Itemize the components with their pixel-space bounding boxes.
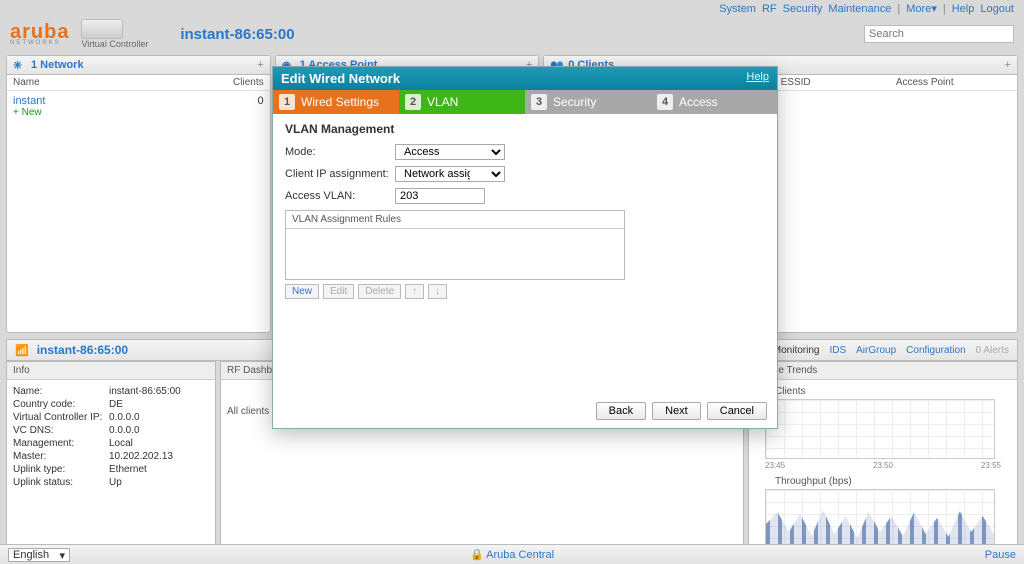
instance-name: instant-86:65:00 <box>180 26 294 43</box>
col-name: Name <box>13 77 233 88</box>
tick: 23:45 <box>765 461 785 470</box>
nav-maintenance[interactable]: Maintenance <box>828 3 891 15</box>
nav-rf[interactable]: RF <box>762 3 777 15</box>
nav-security[interactable]: Security <box>783 3 823 15</box>
footer: English▾ 🔒 Aruba Central Pause <box>0 544 1024 564</box>
col-ap: Access Point <box>896 77 1011 88</box>
throughput-chart-title: Throughput (bps) <box>775 476 1011 487</box>
step-wired-settings[interactable]: 1Wired Settings <box>273 90 399 114</box>
info-uplink-type-value: Ethernet <box>109 464 147 475</box>
tab-configuration[interactable]: Configuration <box>906 345 965 356</box>
network-row-name[interactable]: instant <box>13 95 258 107</box>
dialog-body: VLAN Management Mode: Access Client IP a… <box>273 114 777 394</box>
network-add-button[interactable]: + <box>257 59 263 71</box>
step-access[interactable]: 4Access <box>651 90 777 114</box>
wizard-steps: 1Wired Settings 2VLAN 3Security 4Access <box>273 90 777 114</box>
network-panel-title: 1 Network <box>31 59 84 71</box>
top-nav: System RF Security Maintenance | More▾ |… <box>0 0 1024 17</box>
next-button[interactable]: Next <box>652 402 701 420</box>
nav-logout[interactable]: Logout <box>980 3 1014 15</box>
info-master-value: 10.202.202.13 <box>109 451 173 462</box>
info-uplink-status-label: Uplink status: <box>13 477 109 488</box>
rules-new-button[interactable]: New <box>285 284 319 299</box>
info-name-value: instant-86:65:00 <box>109 386 181 397</box>
tab-ids[interactable]: IDS <box>829 345 846 356</box>
info-vcip-label: Virtual Controller IP: <box>13 412 109 423</box>
dialog-title: Edit Wired Network <box>281 71 400 86</box>
radio-icon: 📶 <box>15 344 29 357</box>
nav-separator: | <box>897 3 900 15</box>
mode-select[interactable]: Access <box>395 144 505 160</box>
step-vlan[interactable]: 2VLAN <box>399 90 525 114</box>
nav-more[interactable]: More▾ <box>906 2 937 15</box>
info-name-label: Name: <box>13 386 109 397</box>
col-clients: Clients <box>233 77 264 88</box>
info-panel: Info Name:instant-86:65:00 Country code:… <box>6 361 216 555</box>
access-vlan-label: Access VLAN: <box>285 190 395 202</box>
dialog-footer: Back Next Cancel <box>273 394 777 428</box>
info-master-label: Master: <box>13 451 109 462</box>
info-cc-value: DE <box>109 399 123 410</box>
rules-edit-button[interactable]: Edit <box>323 284 354 299</box>
usage-head: Usage Trends <box>749 362 1017 380</box>
network-new-link[interactable]: + New <box>13 107 264 118</box>
tab-airgroup[interactable]: AirGroup <box>856 345 896 356</box>
lower-title: instant-86:65:00 <box>37 343 128 357</box>
info-vcdns-value: 0.0.0.0 <box>109 425 140 436</box>
brand-row: aruba NETWORKS Virtual Controller instan… <box>0 17 1024 55</box>
info-uplink-status-value: Up <box>109 477 122 488</box>
network-panel: ✳ 1 Network + Name Clients instant 0 + N… <box>6 55 271 333</box>
info-cc-label: Country code: <box>13 399 109 410</box>
mode-label: Mode: <box>285 146 395 158</box>
network-icon: ✳ <box>13 59 25 71</box>
back-button[interactable]: Back <box>596 402 646 420</box>
lower-tabs: Monitoring IDS AirGroup Configuration 0 … <box>773 345 1009 356</box>
clients-add-button[interactable]: + <box>1005 59 1011 71</box>
rules-move-down-button[interactable]: ↓ <box>428 284 447 299</box>
aruba-central-link[interactable]: 🔒 Aruba Central <box>470 548 554 561</box>
info-vcdns-label: VC DNS: <box>13 425 109 436</box>
rules-move-up-button[interactable]: ↑ <box>405 284 424 299</box>
info-mgmt-value: Local <box>109 438 133 449</box>
step-security[interactable]: 3Security <box>525 90 651 114</box>
network-row-clients: 0 <box>258 95 264 107</box>
pause-link[interactable]: Pause <box>985 549 1016 561</box>
nav-help[interactable]: Help <box>952 3 975 15</box>
throughput-chart <box>765 489 995 549</box>
dialog-title-bar: Edit Wired Network Help <box>273 67 777 90</box>
col-essid: ESSID <box>781 77 896 88</box>
info-uplink-type-label: Uplink type: <box>13 464 109 475</box>
rules-delete-button[interactable]: Delete <box>358 284 401 299</box>
vlan-management-heading: VLAN Management <box>285 122 765 136</box>
cancel-button[interactable]: Cancel <box>707 402 767 420</box>
clients-chart <box>765 399 995 459</box>
info-mgmt-label: Management: <box>13 438 109 449</box>
virtual-controller-icon: Virtual Controller <box>81 19 148 49</box>
tab-monitoring[interactable]: Monitoring <box>773 345 820 356</box>
info-head: Info <box>7 362 215 380</box>
client-ip-assignment-label: Client IP assignment: <box>285 168 395 180</box>
tab-alerts[interactable]: 0 Alerts <box>976 345 1009 356</box>
rules-actions: New Edit Delete ↑ ↓ <box>285 284 765 299</box>
info-vcip-value: 0.0.0.0 <box>109 412 140 423</box>
language-select[interactable]: English▾ <box>8 548 70 562</box>
vlan-assignment-rules-head: VLAN Assignment Rules <box>286 211 624 229</box>
aruba-logo: aruba NETWORKS <box>10 22 69 46</box>
tick: 23:50 <box>873 461 893 470</box>
vlan-assignment-rules-box: VLAN Assignment Rules <box>285 210 625 280</box>
usage-trends-panel: Usage Trends Clients 23:45 23:50 23:55 Thr… <box>748 361 1018 555</box>
tick: 23:55 <box>981 461 1001 470</box>
dialog-help-link[interactable]: Help <box>746 71 769 86</box>
access-vlan-input[interactable] <box>395 188 485 204</box>
clients-chart-title: Clients <box>775 386 1011 397</box>
nav-separator: | <box>943 3 946 15</box>
nav-system[interactable]: System <box>719 3 756 15</box>
edit-wired-network-dialog: Edit Wired Network Help 1Wired Settings … <box>272 66 778 429</box>
search-input[interactable] <box>864 25 1014 43</box>
client-ip-assignment-select[interactable]: Network assigned <box>395 166 505 182</box>
